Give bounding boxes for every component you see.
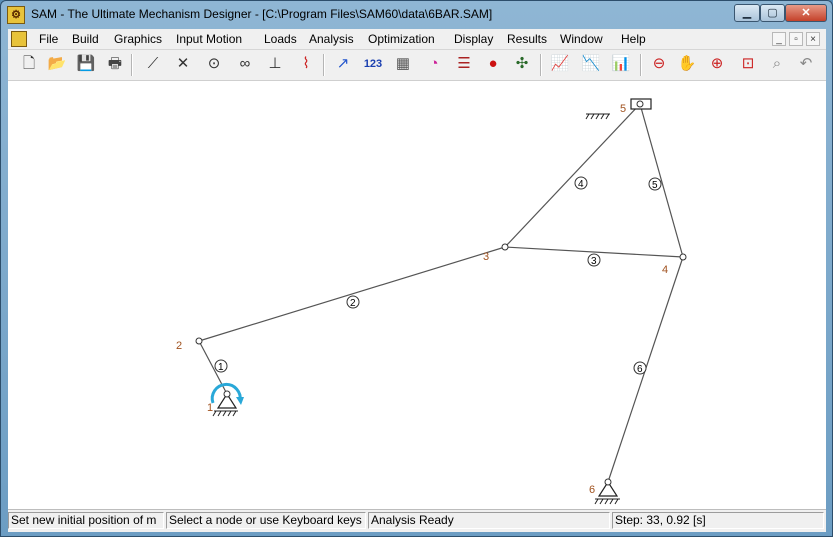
- menu-help[interactable]: Help: [621, 32, 646, 46]
- load-pin-icon[interactable]: ●: [482, 53, 504, 75]
- node-6[interactable]: [604, 478, 612, 486]
- svg-text:2: 2: [350, 298, 356, 309]
- gear-element-icon[interactable]: ⊙: [203, 53, 225, 75]
- node-5[interactable]: [636, 100, 644, 108]
- menu-optimization[interactable]: Optimization: [368, 32, 435, 46]
- maximize-button[interactable]: ▢: [760, 4, 785, 22]
- node-1[interactable]: [223, 390, 231, 398]
- zoom-out-icon[interactable]: ⊖: [648, 53, 670, 75]
- toolbar-separator: [323, 54, 325, 76]
- app-window: ⚙ SAM - The Ultimate Mechanism Designer …: [0, 0, 833, 537]
- toolbar-separator: [640, 54, 642, 76]
- status-analysis: Analysis Ready: [368, 512, 610, 529]
- link-5[interactable]: [639, 103, 684, 258]
- mdi-restore-button[interactable]: ▫: [789, 32, 803, 46]
- menu-bar: File Build Graphics Input Motion Loads A…: [8, 29, 826, 50]
- windmill-icon[interactable]: ✣: [511, 53, 533, 75]
- status-hint: Set new initial position of m: [8, 512, 164, 529]
- belt-element-icon[interactable]: ∞: [234, 53, 256, 75]
- zoom-in-icon[interactable]: ⊕: [706, 53, 728, 75]
- status-bar: Set new initial position of m Select a n…: [8, 509, 826, 532]
- beam-element-icon[interactable]: ⟋: [142, 53, 164, 75]
- svg-text:5: 5: [652, 180, 658, 191]
- slider-element-icon[interactable]: ✕: [172, 53, 194, 75]
- ladder-icon[interactable]: ☰: [453, 53, 475, 75]
- link-label-5: 5: [648, 177, 662, 191]
- input-motion-arrowhead-icon: [236, 397, 244, 405]
- minimize-button[interactable]: ▁: [734, 4, 760, 22]
- svg-text:3: 3: [591, 256, 597, 267]
- link-label-2: 2: [346, 295, 360, 309]
- menu-file[interactable]: File: [39, 32, 58, 46]
- app-logo-icon[interactable]: ⚙: [7, 6, 25, 24]
- node-label-5: 5: [620, 103, 626, 115]
- svg-text:1: 1: [218, 362, 224, 373]
- graph-results-icon[interactable]: 📈: [549, 53, 571, 75]
- open-folder-icon[interactable]: 📂: [46, 53, 68, 75]
- motion-curve-icon[interactable]: ↗: [332, 53, 354, 75]
- link-2[interactable]: [198, 246, 506, 342]
- link-label-3: 3: [587, 253, 601, 267]
- slider-ground-5: [585, 113, 610, 120]
- table-input-icon[interactable]: ▦: [392, 53, 414, 75]
- window-title: SAM - The Ultimate Mechanism Designer - …: [31, 7, 493, 21]
- pan-hand-icon[interactable]: ✋: [676, 53, 698, 75]
- node-3[interactable]: [501, 243, 509, 251]
- menu-input-motion[interactable]: Input Motion: [176, 32, 242, 46]
- document-icon[interactable]: [11, 31, 27, 47]
- mdi-close-button[interactable]: ×: [806, 32, 820, 46]
- menu-results[interactable]: Results: [507, 32, 547, 46]
- menu-analysis[interactable]: Analysis: [309, 32, 354, 46]
- print-icon[interactable]: 🖶: [104, 53, 126, 75]
- toolbar: 🗋 📂 💾 🖶 ⟋ ✕ ⊙ ∞ ⊥ ⌇ ↗ 123 ▦ ◔ ☰ ● ✣ 📈 📉 …: [8, 50, 826, 81]
- node-label-2: 2: [176, 340, 182, 352]
- numeric-input-icon[interactable]: 123: [362, 53, 384, 75]
- mdi-minimize-button[interactable]: _: [772, 32, 786, 46]
- zoom-window-icon[interactable]: ⌕: [766, 53, 788, 75]
- svg-text:6: 6: [637, 364, 643, 375]
- link-label-4: 4: [574, 176, 588, 190]
- node-2[interactable]: [195, 337, 203, 345]
- toolbar-separator: [540, 54, 542, 76]
- graph-results-2-icon[interactable]: 📉: [580, 53, 602, 75]
- svg-text:4: 4: [578, 179, 584, 190]
- node-label-1: 1: [207, 402, 213, 414]
- mechanism-drawing[interactable]: 1 2 3 4 5 6 1 2 3 4 5 6: [8, 81, 826, 509]
- link-4[interactable]: [504, 103, 641, 248]
- undo-icon[interactable]: ↶: [795, 53, 817, 75]
- link-label-1: 1: [214, 359, 228, 373]
- graph-results-3-icon[interactable]: 📊: [610, 53, 632, 75]
- menu-window[interactable]: Window: [560, 32, 603, 46]
- close-button[interactable]: ✕: [785, 4, 827, 22]
- toolbar-separator: [131, 54, 133, 76]
- status-instruction: Select a node or use Keyboard keys: [166, 512, 366, 529]
- angle-input-icon[interactable]: ◔: [423, 53, 445, 75]
- fixed-support-icon[interactable]: ⊥: [264, 53, 286, 75]
- new-file-icon[interactable]: 🗋: [18, 53, 40, 75]
- node-label-3: 3: [483, 251, 489, 263]
- drawing-canvas[interactable]: 1 2 3 4 5 6 1 2 3 4 5 6: [8, 81, 826, 509]
- status-step-time: Step: 33, 0.92 [s]: [612, 512, 824, 529]
- menu-build[interactable]: Build: [72, 32, 99, 46]
- menu-display[interactable]: Display: [454, 32, 493, 46]
- spring-element-icon[interactable]: ⌇: [295, 53, 317, 75]
- node-label-6: 6: [589, 484, 595, 496]
- zoom-fit-icon[interactable]: ⊡: [737, 53, 759, 75]
- ground-support-1: [212, 392, 238, 417]
- title-bar[interactable]: ⚙ SAM - The Ultimate Mechanism Designer …: [1, 1, 832, 29]
- node-label-4: 4: [662, 264, 668, 276]
- save-disk-icon[interactable]: 💾: [75, 53, 97, 75]
- node-4[interactable]: [679, 253, 687, 261]
- menu-loads[interactable]: Loads: [264, 32, 297, 46]
- menu-graphics[interactable]: Graphics: [114, 32, 162, 46]
